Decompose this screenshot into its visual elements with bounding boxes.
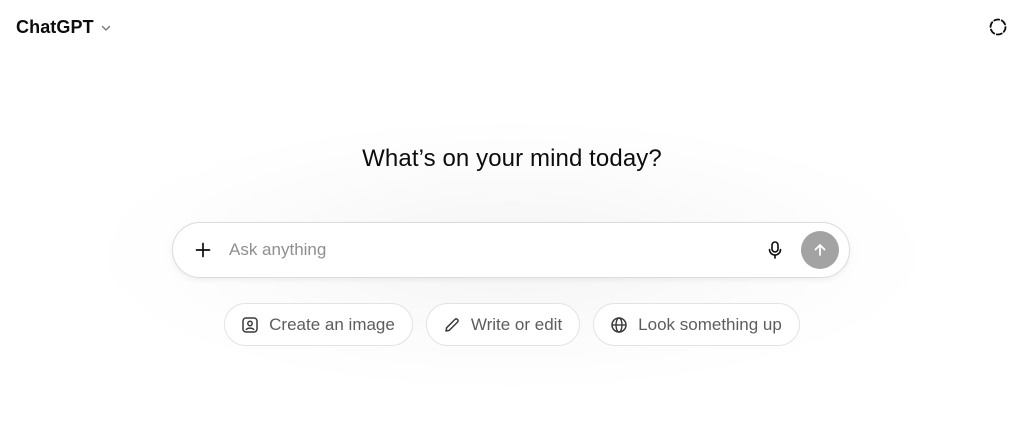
chat-home: ChatGPT What’s on your mind today? Ask a… bbox=[0, 0, 1024, 445]
dashed-circle-icon bbox=[988, 17, 1008, 37]
pencil-icon bbox=[443, 316, 461, 334]
globe-icon bbox=[610, 316, 628, 334]
chip-label: Write or edit bbox=[470, 314, 563, 334]
create-image-chip[interactable]: Create an image bbox=[224, 303, 413, 346]
chevron-down-icon bbox=[100, 22, 112, 34]
model-switcher-button[interactable]: ChatGPT bbox=[10, 12, 118, 42]
plus-icon bbox=[194, 241, 212, 259]
page-title: What’s on your mind today? bbox=[362, 145, 662, 172]
chip-label: Create an image bbox=[269, 314, 395, 334]
attach-button[interactable] bbox=[189, 236, 217, 264]
model-name: ChatGPT bbox=[16, 16, 94, 37]
suggestion-chips: Create an image Write or edit Look somet… bbox=[0, 303, 1024, 346]
image-icon bbox=[241, 316, 259, 334]
send-button[interactable] bbox=[801, 231, 839, 269]
chip-label: Look something up bbox=[638, 314, 782, 334]
arrow-up-icon bbox=[812, 242, 828, 258]
temporary-chat-button[interactable] bbox=[984, 13, 1012, 41]
voice-input-button[interactable] bbox=[761, 236, 789, 264]
look-up-chip[interactable]: Look something up bbox=[593, 303, 800, 346]
prompt-composer bbox=[172, 222, 850, 278]
prompt-input[interactable] bbox=[229, 240, 761, 260]
write-edit-chip[interactable]: Write or edit bbox=[425, 303, 581, 346]
microphone-icon bbox=[766, 240, 784, 260]
